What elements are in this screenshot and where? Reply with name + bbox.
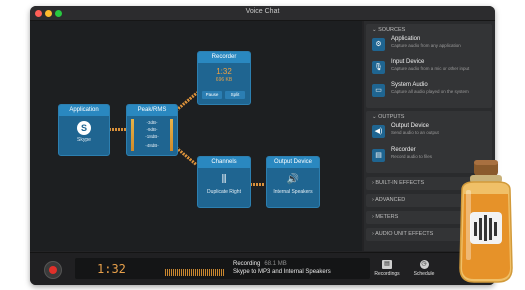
- bottom-bar: 1:32 Recording 68.1 MB Skype to MP3 and I…: [30, 252, 495, 285]
- node-header: Peak/RMS: [127, 105, 177, 116]
- application-icon: ⚙: [372, 38, 385, 51]
- outputs-header[interactable]: ⌄ OUTPUTS: [366, 111, 492, 123]
- recording-subtitle: Skype to MP3 and Internal Speakers: [233, 269, 331, 275]
- sliders-icon: ⫼: [221, 174, 227, 185]
- skype-icon: S: [77, 121, 91, 135]
- pause-button[interactable]: Pause: [202, 91, 222, 99]
- meter-bar-left: [131, 119, 134, 151]
- title-bar: Voice Chat: [30, 6, 495, 21]
- recordings-label: Recordings: [374, 271, 400, 277]
- recording-title: Recording 68.1 MB: [233, 261, 287, 267]
- node-header: Output Device: [267, 157, 319, 168]
- sources-header[interactable]: ⌄ SOURCES: [366, 24, 492, 36]
- schedule-button[interactable]: ◷ Schedule: [408, 258, 440, 282]
- node-output-device[interactable]: Output Device 🔊 Internal Speakers: [266, 156, 320, 208]
- sources-section: ⌄ SOURCES ⚙ Application Capture audio fr…: [366, 24, 492, 108]
- item-title: Recorder: [391, 147, 416, 153]
- node-header: Channels: [198, 157, 250, 168]
- app-window: Voice Chat Application S Skype Peak/RMS …: [30, 6, 495, 285]
- recorder-size: 696 KB: [215, 77, 233, 83]
- level-meter: -3dB- -9dB- -18dB- -48dB-: [131, 119, 173, 151]
- item-desc: Capture audio from a mic or other input: [391, 66, 470, 71]
- microphone-icon: 🎙: [372, 61, 385, 74]
- clock-icon: ◷: [419, 260, 429, 269]
- level-label: -18dB-: [145, 134, 159, 139]
- node-application[interactable]: Application S Skype: [58, 104, 110, 156]
- window-title: Voice Chat: [245, 8, 280, 15]
- app-jar-icon: [452, 160, 520, 285]
- level-label: -9dB-: [146, 127, 158, 132]
- split-button[interactable]: Split: [225, 91, 245, 99]
- level-label: -3dB-: [146, 120, 158, 125]
- node-recorder[interactable]: Recorder 1:32 696 KB Pause Split: [197, 51, 251, 105]
- source-item-input-device[interactable]: 🎙 Input Device Capture audio from a mic …: [369, 59, 490, 79]
- item-desc: Capture all audio played on the system: [391, 89, 469, 94]
- node-channels[interactable]: Channels ⫼ Duplicate Right: [197, 156, 251, 208]
- recorder-time: 1:32: [216, 67, 232, 76]
- item-title: System Audio: [391, 82, 428, 88]
- recordings-icon: ▤: [382, 260, 392, 269]
- recording-timer: 1:32: [97, 262, 126, 276]
- node-label: Internal Speakers: [273, 189, 313, 195]
- document-icon: ▤: [372, 149, 385, 162]
- node-label: Skype: [77, 137, 91, 143]
- record-dot-icon: [49, 266, 57, 274]
- item-desc: Capture audio from any application: [391, 43, 461, 48]
- meter-bar-right: [170, 119, 173, 151]
- recording-size: 68.1 MB: [264, 261, 287, 267]
- record-button[interactable]: [44, 261, 62, 279]
- node-label: Duplicate Right: [207, 189, 241, 195]
- link-app-peak: [109, 128, 126, 131]
- speaker-icon: ◀): [372, 125, 385, 138]
- source-item-application[interactable]: ⚙ Application Capture audio from any app…: [369, 36, 490, 56]
- level-meter: [165, 269, 225, 276]
- recording-status: 1:32 Recording 68.1 MB Skype to MP3 and I…: [75, 258, 370, 279]
- schedule-label: Schedule: [413, 271, 435, 277]
- node-header: Recorder: [198, 52, 250, 63]
- item-desc: Send audio to an output: [391, 130, 439, 135]
- speaker-icon: 🔊: [286, 174, 300, 185]
- link-peak-channels: [175, 146, 197, 166]
- level-label: -48dB-: [145, 143, 159, 148]
- item-title: Application: [391, 36, 421, 42]
- monitor-icon: ▭: [372, 84, 385, 97]
- item-title: Output Device: [391, 123, 430, 129]
- source-item-system-audio[interactable]: ▭ System Audio Capture all audio played …: [369, 82, 490, 102]
- recordings-button[interactable]: ▤ Recordings: [371, 258, 403, 282]
- node-header: Application: [59, 105, 109, 116]
- link-peak-recorder: [175, 91, 199, 112]
- node-canvas[interactable]: Application S Skype Peak/RMS -3dB- -9dB-…: [30, 21, 362, 251]
- item-desc: Record audio to files: [391, 154, 433, 159]
- node-peak-rms[interactable]: Peak/RMS -3dB- -9dB- -18dB- -48dB-: [126, 104, 178, 156]
- item-title: Input Device: [391, 59, 425, 65]
- output-item-output-device[interactable]: ◀) Output Device Send audio to an output: [369, 123, 490, 143]
